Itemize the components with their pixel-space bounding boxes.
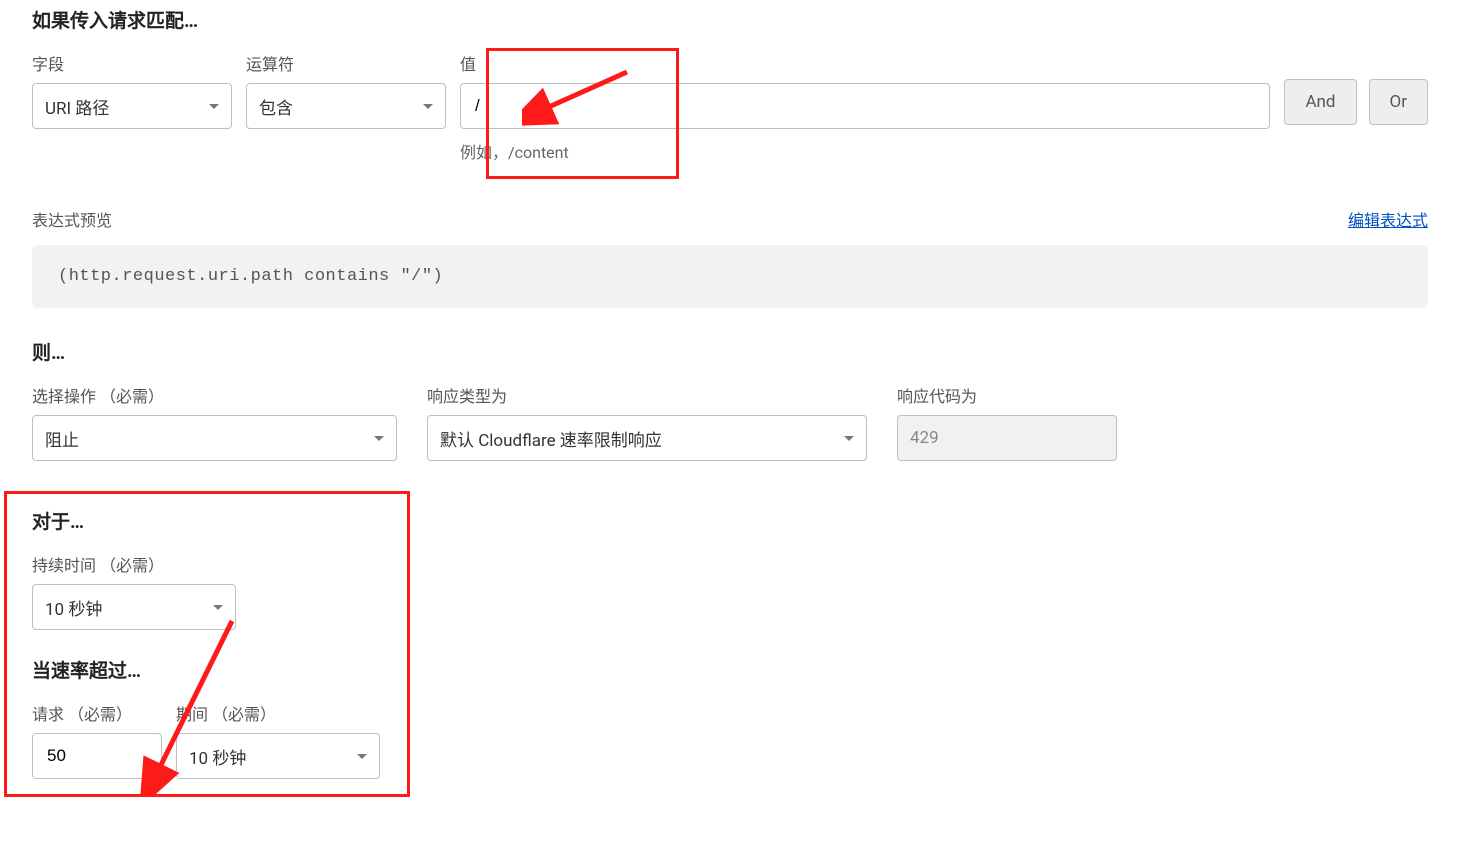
response-code-label: 响应代码为 [897,383,1117,407]
duration-select-value: 10 秒钟 [45,595,102,620]
field-select[interactable]: URI 路径 [32,83,232,129]
requests-input[interactable] [45,745,149,767]
chevron-down-icon [844,436,854,441]
chevron-down-icon [423,104,433,109]
operator-label: 运算符 [246,51,446,75]
chevron-down-icon [374,436,384,441]
duration-select[interactable]: 10 秒钟 [32,584,236,630]
response-code-input: 429 [897,415,1117,461]
chevron-down-icon [357,754,367,759]
value-input[interactable] [473,95,1257,117]
response-type-label: 响应类型为 [427,383,867,407]
rate-heading: 当速率超过… [32,656,1428,683]
action-label: 选择操作 （必需） [32,383,397,407]
or-button[interactable]: Or [1369,79,1428,125]
requests-label: 请求 （必需） [32,701,162,725]
then-heading: 则… [32,338,1428,365]
response-type-select[interactable]: 默认 Cloudflare 速率限制响应 [427,415,867,461]
chevron-down-icon [213,605,223,610]
action-select[interactable]: 阻止 [32,415,397,461]
requests-input-wrapper[interactable] [32,733,162,779]
period-label: 期间 （必需） [176,701,380,725]
action-select-value: 阻止 [45,426,79,451]
match-heading: 如果传入请求匹配… [32,6,1428,33]
period-select[interactable]: 10 秒钟 [176,733,380,779]
operator-select[interactable]: 包含 [246,83,446,129]
for-heading: 对于… [32,507,1428,534]
value-label: 值 [460,51,1270,75]
period-select-value: 10 秒钟 [189,744,246,769]
operator-select-value: 包含 [259,94,293,119]
and-button[interactable]: And [1284,79,1356,125]
expression-preview-label: 表达式预览 [32,207,112,231]
field-label: 字段 [32,51,232,75]
chevron-down-icon [209,104,219,109]
response-code-value: 429 [910,428,939,448]
value-help-text: 例如，/content [460,139,1270,163]
expression-preview-code: (http.request.uri.path contains "/") [32,245,1428,308]
duration-label: 持续时间 （必需） [32,552,1428,576]
response-type-select-value: 默认 Cloudflare 速率限制响应 [440,426,662,451]
edit-expression-link[interactable]: 编辑表达式 [1348,207,1428,231]
field-select-value: URI 路径 [45,94,109,119]
value-input-wrapper[interactable] [460,83,1270,129]
